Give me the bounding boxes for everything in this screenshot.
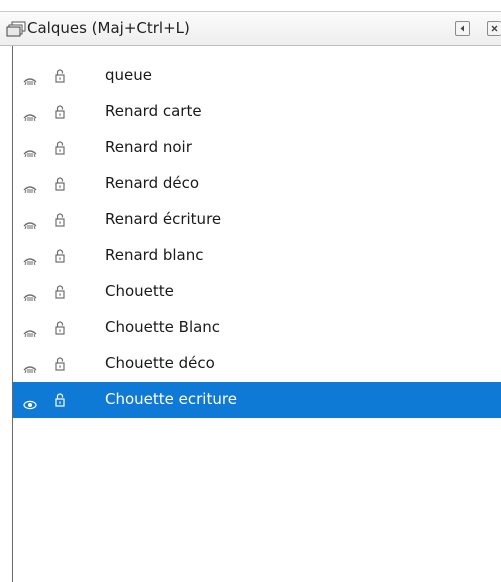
lock-icon[interactable] — [55, 248, 65, 263]
layer-name: Renard carte — [105, 102, 202, 120]
layer-name: Chouette déco — [105, 354, 215, 372]
layer-row[interactable]: Chouette Blanc — [13, 310, 501, 346]
layer-row[interactable]: Chouette déco — [13, 346, 501, 382]
layers-panel: Calques (Maj+Ctrl+L) queue Renard carte Re… — [0, 0, 501, 582]
layer-rows: queue Renard carte Renard noir Renard déco R… — [13, 58, 501, 418]
eye-icon[interactable] — [23, 71, 37, 86]
triangle-left-icon — [460, 25, 464, 32]
layers-icon — [6, 21, 28, 37]
lock-icon[interactable] — [55, 212, 65, 227]
layer-row[interactable]: Renard écriture — [13, 202, 501, 238]
collapse-button[interactable] — [455, 21, 470, 36]
panel-title: Calques (Maj+Ctrl+L) — [27, 19, 190, 37]
lock-icon[interactable] — [55, 392, 65, 407]
layer-row[interactable]: Chouette ecriture — [13, 382, 501, 418]
eye-icon[interactable] — [23, 107, 37, 122]
layer-name: Renard déco — [105, 174, 200, 192]
layer-row[interactable]: Renard déco — [13, 166, 501, 202]
eye-icon[interactable] — [23, 215, 37, 230]
lock-icon[interactable] — [55, 104, 65, 119]
layer-row[interactable]: queue — [13, 58, 501, 94]
layer-name: queue — [105, 66, 152, 84]
eye-icon[interactable] — [23, 359, 37, 374]
lock-icon[interactable] — [55, 140, 65, 155]
layer-list[interactable]: queue Renard carte Renard noir Renard déco R… — [12, 46, 501, 582]
eye-icon[interactable] — [23, 179, 37, 194]
lock-icon[interactable] — [55, 320, 65, 335]
layer-name: Renard noir — [105, 138, 192, 156]
eye-icon[interactable] — [23, 143, 37, 158]
eye-icon[interactable] — [23, 395, 37, 410]
close-button[interactable] — [487, 21, 501, 36]
layer-name: Chouette — [105, 282, 174, 300]
lock-icon[interactable] — [55, 176, 65, 191]
close-icon — [491, 25, 498, 32]
lock-icon[interactable] — [55, 284, 65, 299]
lock-icon[interactable] — [55, 68, 65, 83]
layer-row[interactable]: Renard carte — [13, 94, 501, 130]
layer-row[interactable]: Chouette — [13, 274, 501, 310]
eye-icon[interactable] — [23, 323, 37, 338]
layer-name: Chouette Blanc — [105, 318, 221, 336]
layer-name: Renard blanc — [105, 246, 204, 264]
layer-row[interactable]: Renard noir — [13, 130, 501, 166]
layer-name: Renard écriture — [105, 210, 222, 228]
eye-icon[interactable] — [23, 251, 37, 266]
lock-icon[interactable] — [55, 356, 65, 371]
eye-icon[interactable] — [23, 287, 37, 302]
layer-name: Chouette ecriture — [105, 390, 237, 408]
layer-row[interactable]: Renard blanc — [13, 238, 501, 274]
panel-titlebar[interactable]: Calques (Maj+Ctrl+L) — [0, 11, 501, 46]
